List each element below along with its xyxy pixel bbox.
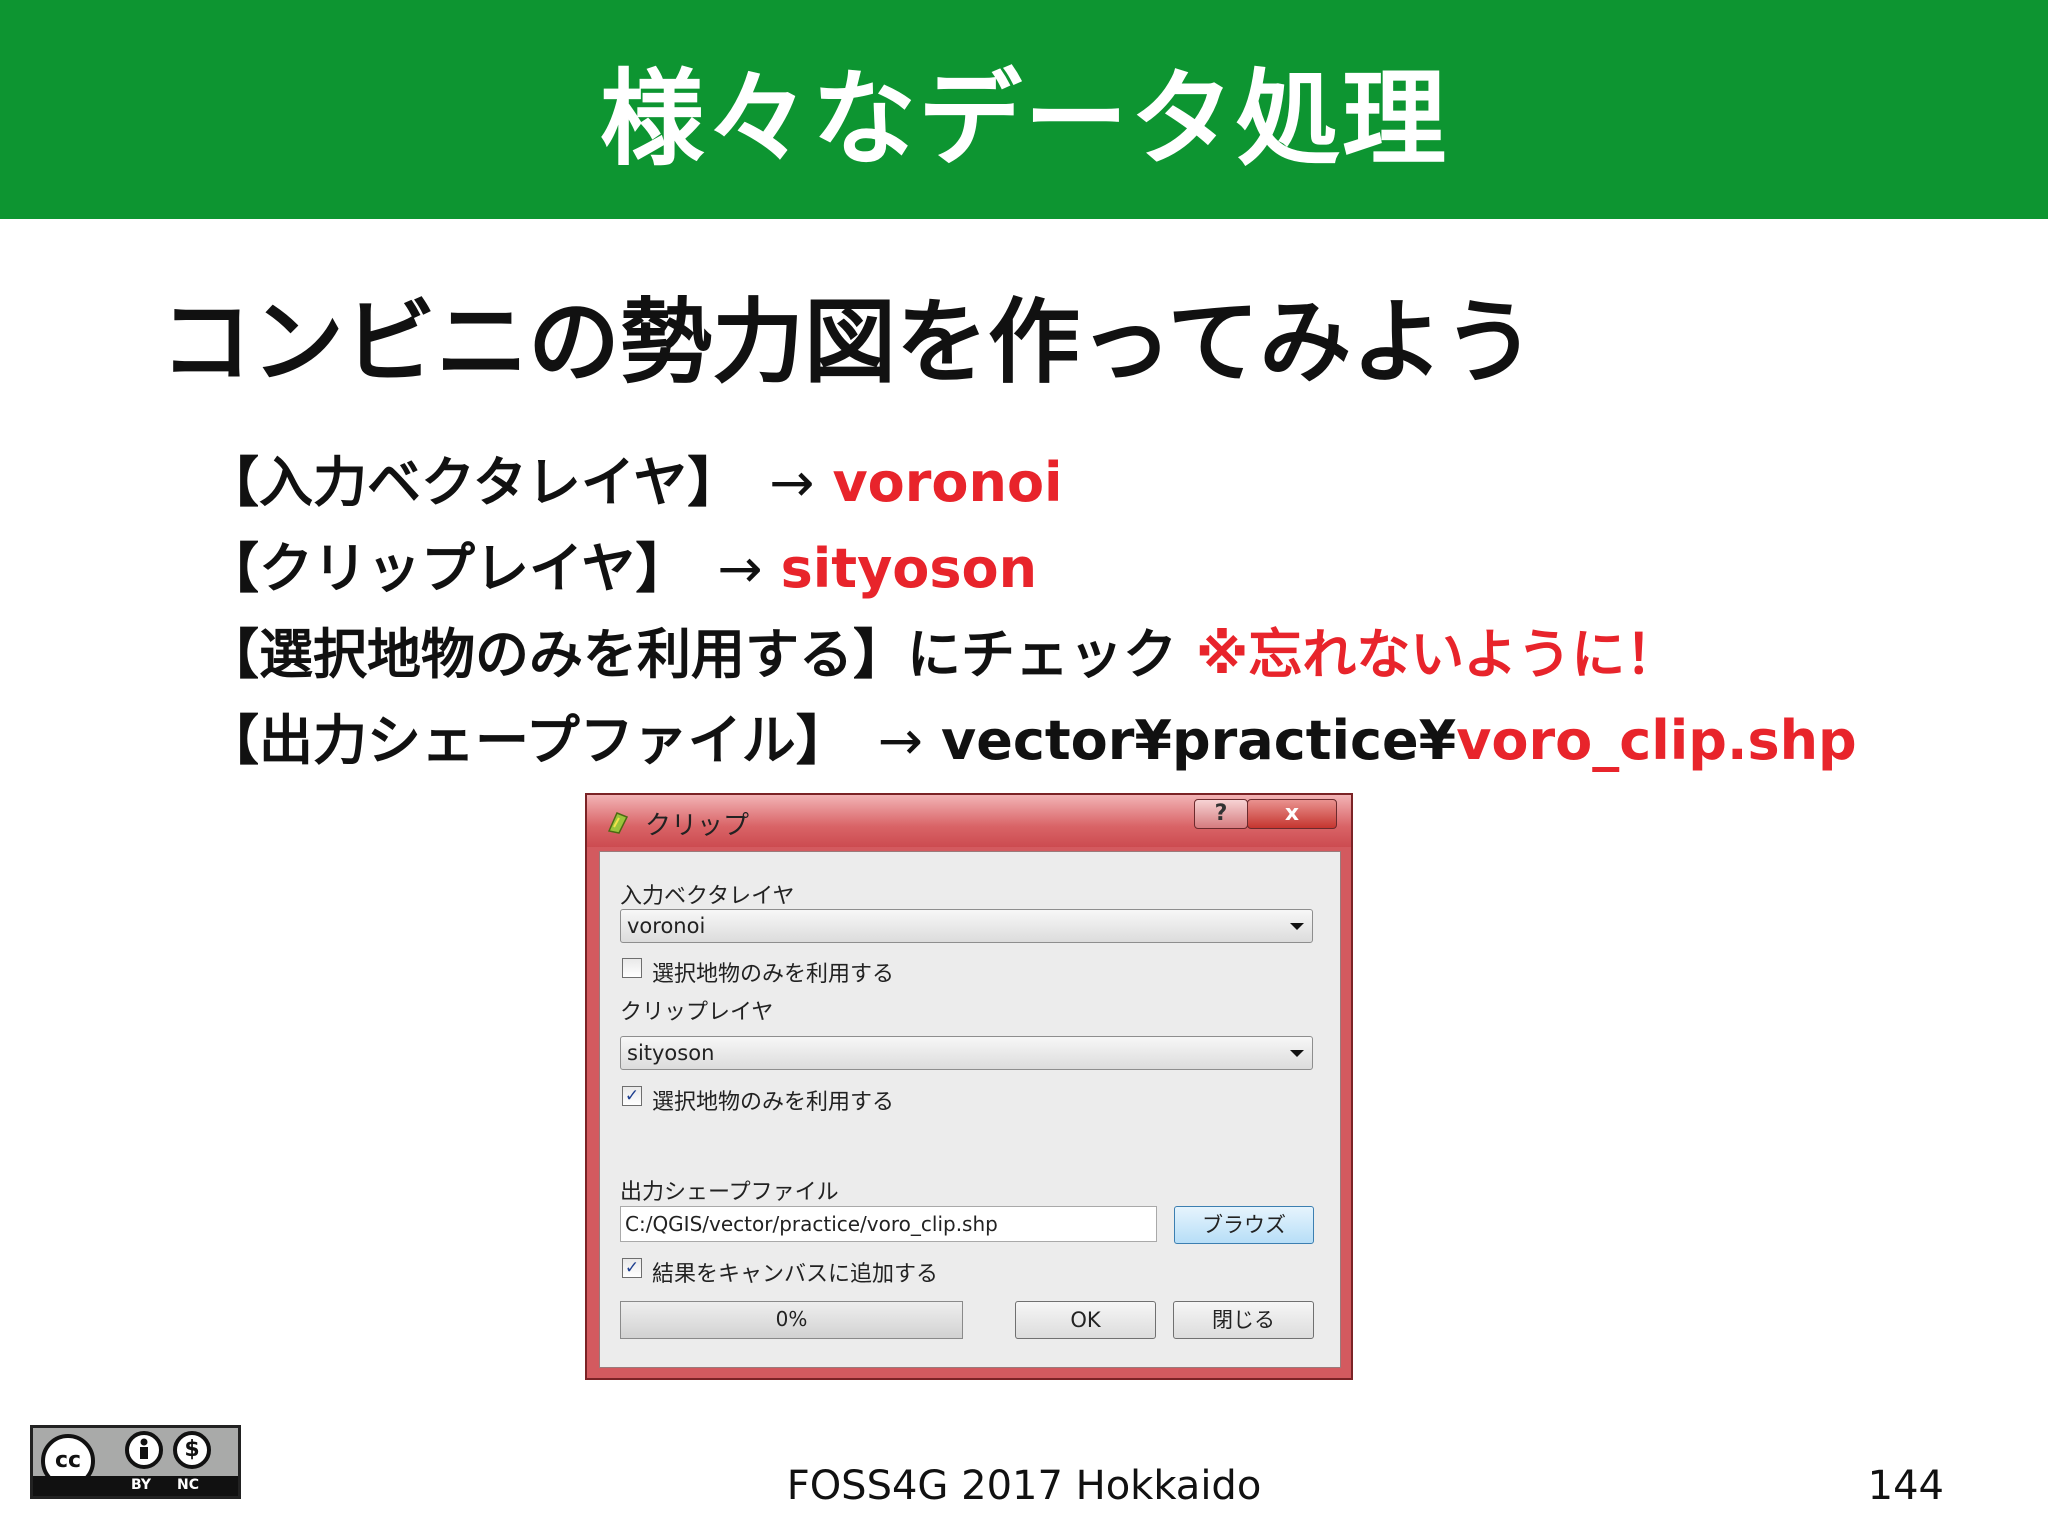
step-value: sityoson	[780, 537, 1038, 600]
clip-dialog: クリップ ? x 入力ベクタレイヤ voronoi 選択地物のみを利用する クリ…	[585, 793, 1353, 1380]
input-selected-only-row[interactable]: 選択地物のみを利用する	[622, 956, 1022, 987]
clip-layer-value: sityoson	[627, 1041, 715, 1065]
instruction-list: 【入力ベクタレイヤ】 → voronoi 【クリップレイヤ】 → sityoson 【選…	[205, 440, 1857, 784]
step-value: voronoi	[832, 451, 1063, 514]
step-input-layer: 【入力ベクタレイヤ】 → voronoi	[205, 440, 1857, 526]
clip-layer-select[interactable]: sityoson	[620, 1036, 1313, 1070]
ok-button[interactable]: OK	[1015, 1301, 1156, 1339]
step-selected-only: 【選択地物のみを利用する】にチェック ※忘れないように！	[205, 612, 1857, 698]
title-banner: 様々なデータ処理	[0, 0, 2048, 219]
add-to-canvas-checkbox[interactable]: ✓	[622, 1258, 642, 1278]
browse-button[interactable]: ブラウズ	[1174, 1206, 1314, 1244]
input-layer-value: voronoi	[627, 914, 706, 938]
add-to-canvas-row[interactable]: ✓ 結果をキャンバスに追加する	[622, 1256, 1022, 1287]
add-to-canvas-label: 結果をキャンバスに追加する	[652, 1262, 939, 1287]
step-label: 【出力シェープファイル】	[205, 709, 850, 772]
dialog-titlebar[interactable]: クリップ ? x	[587, 795, 1351, 847]
step-path-prefix: vector¥practice¥	[941, 709, 1457, 772]
close-window-button[interactable]: x	[1247, 799, 1337, 829]
input-selected-only-checkbox[interactable]	[622, 958, 642, 978]
step-output-file: 【出力シェープファイル】 → vector¥practice¥voro_clip.s…	[205, 698, 1857, 784]
step-label: 【入力ベクタレイヤ】	[205, 451, 742, 514]
footer-event: FOSS4G 2017 Hokkaido	[786, 1463, 1262, 1509]
input-selected-only-label: 選択地物のみを利用する	[652, 962, 895, 987]
chevron-down-icon	[1290, 923, 1304, 930]
clip-layer-label: クリップレイヤ	[620, 1000, 774, 1025]
input-layer-select[interactable]: voronoi	[620, 909, 1313, 943]
output-path-value: C:/QGIS/vector/practice/voro_clip.shp	[625, 1212, 998, 1236]
arrow-icon: →	[769, 451, 815, 514]
step-label: 【選択地物のみを利用する】にチェック	[205, 623, 1196, 686]
step-label: 【クリップレイヤ】	[205, 537, 690, 600]
step-note: ※忘れないように！	[1195, 623, 1680, 686]
step-path-file: voro_clip.shp	[1456, 709, 1857, 772]
progress-bar: 0%	[620, 1301, 963, 1339]
arrow-icon: →	[877, 709, 924, 772]
close-button[interactable]: 閉じる	[1173, 1301, 1314, 1339]
dialog-body: 入力ベクタレイヤ voronoi 選択地物のみを利用する クリップレイヤ sit…	[599, 851, 1341, 1368]
clip-selected-only-row[interactable]: ✓ 選択地物のみを利用する	[622, 1084, 1022, 1115]
progress-text: 0%	[775, 1307, 808, 1331]
slide-title: 様々なデータ処理	[599, 58, 1448, 180]
clip-selected-only-label: 選択地物のみを利用する	[652, 1090, 895, 1115]
output-path-input[interactable]: C:/QGIS/vector/practice/voro_clip.shp	[620, 1206, 1157, 1242]
slide-subtitle: コンビニの勢力図を作ってみよう	[160, 289, 1536, 396]
qgis-app-icon	[607, 812, 629, 834]
clip-selected-only-checkbox[interactable]: ✓	[622, 1086, 642, 1106]
chevron-down-icon	[1290, 1050, 1304, 1057]
help-button[interactable]: ?	[1194, 799, 1248, 829]
page-number: 144	[1867, 1463, 1944, 1509]
output-shapefile-label: 出力シェープファイル	[620, 1180, 839, 1205]
input-layer-label: 入力ベクタレイヤ	[620, 884, 795, 909]
step-clip-layer: 【クリップレイヤ】 → sityoson	[205, 526, 1857, 612]
arrow-icon: →	[717, 537, 763, 600]
dialog-title: クリップ	[645, 811, 750, 841]
